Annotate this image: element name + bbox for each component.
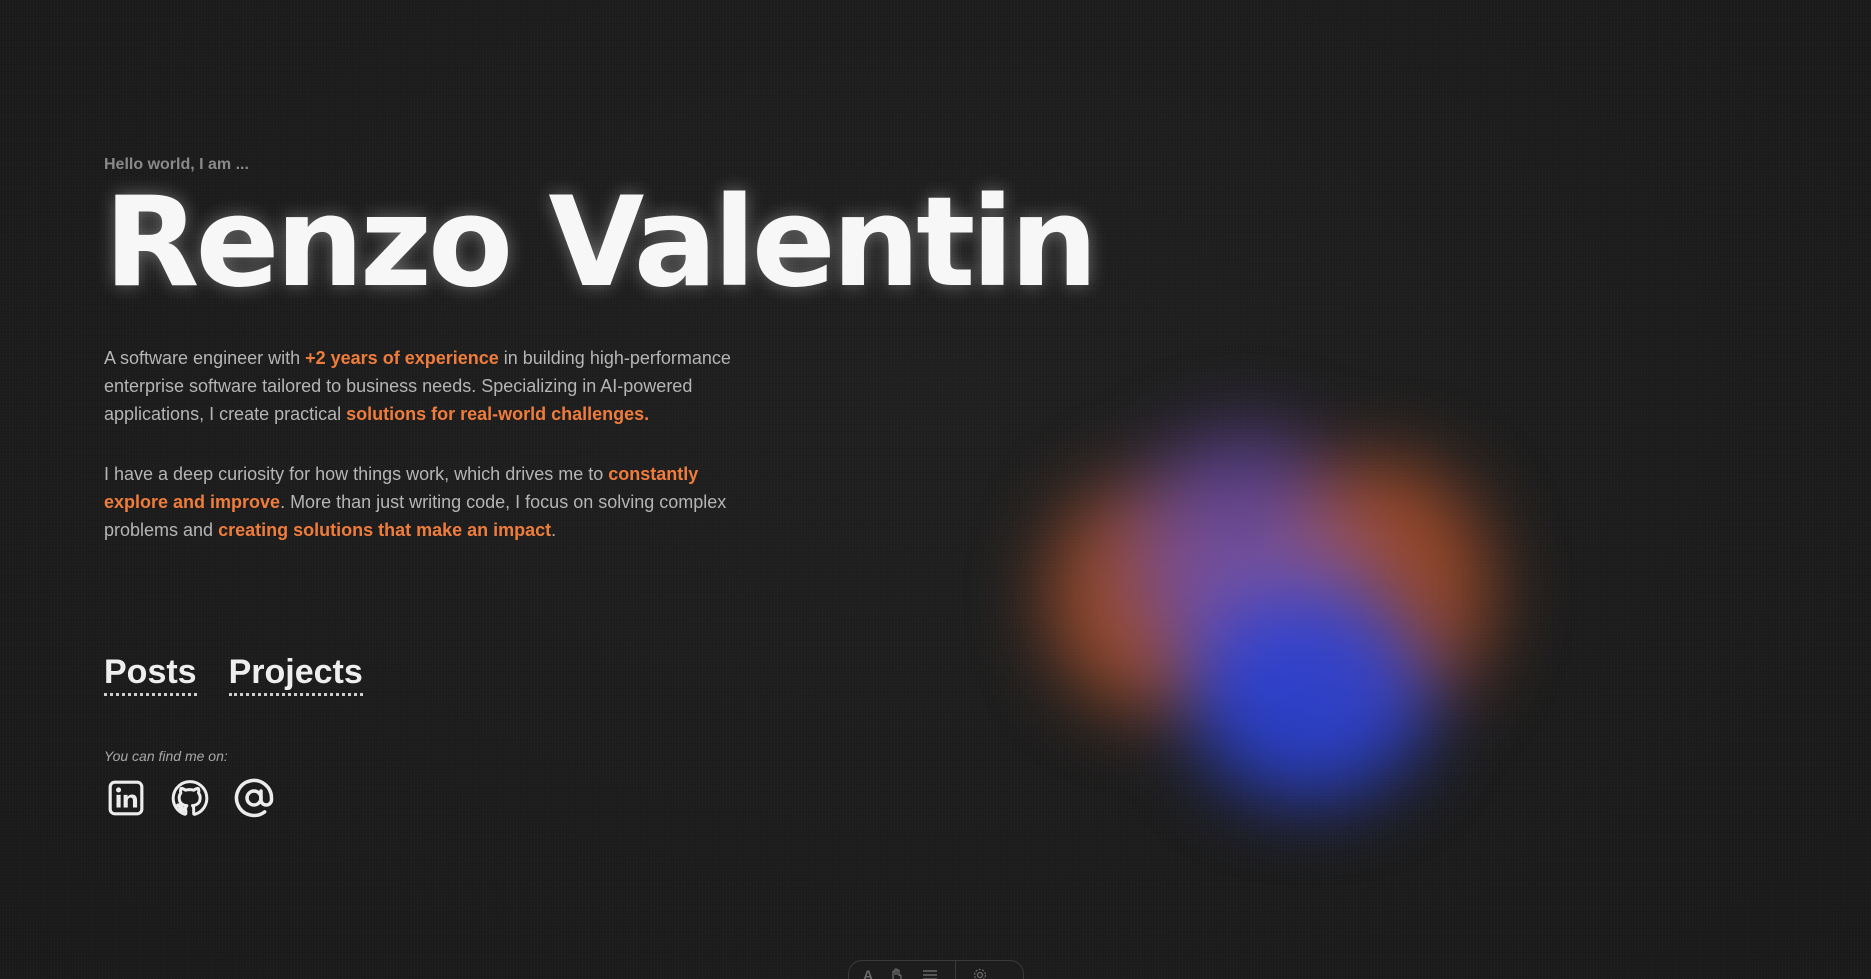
bottom-toolbar: A	[848, 960, 1024, 979]
settings-button[interactable]	[972, 967, 988, 979]
linkedin-icon	[108, 780, 144, 816]
toolbar-divider	[955, 961, 957, 979]
github-icon	[171, 780, 209, 816]
bio-highlight: solutions for real-world challenges.	[346, 404, 650, 424]
hand-icon	[892, 968, 902, 979]
at-sign-icon	[234, 778, 274, 818]
bio-paragraph-1: A software engineer with +2 years of exp…	[104, 344, 764, 428]
github-link[interactable]	[168, 776, 212, 820]
linkedin-link[interactable]	[104, 776, 148, 820]
page-title: Renzo Valentin	[104, 171, 1098, 315]
socials-label: You can find me on:	[104, 748, 228, 764]
email-link[interactable]	[232, 776, 276, 820]
social-links	[104, 776, 276, 820]
hero-section: Hello world, I am ... Renzo Valentin A s…	[104, 156, 1104, 544]
bio-text: .	[551, 520, 557, 540]
bio-highlight: creating solutions that make an impact	[218, 520, 552, 540]
hand-button[interactable]	[889, 967, 905, 979]
posts-link[interactable]: Posts	[104, 652, 197, 696]
menu-button[interactable]	[921, 967, 939, 979]
bio-paragraph-2: I have a deep curiosity for how things w…	[104, 460, 764, 544]
blob-blue	[1190, 590, 1430, 800]
page: Hello world, I am ... Renzo Valentin A s…	[0, 0, 1871, 979]
bio-highlight: +2 years of experience	[305, 348, 499, 368]
bio-text: A software engineer with	[104, 348, 306, 368]
gear-icon	[973, 968, 987, 979]
main-nav: Posts Projects	[104, 652, 363, 696]
menu-icon	[923, 970, 938, 979]
projects-link[interactable]: Projects	[228, 652, 363, 696]
bio-text: I have a deep curiosity for how things w…	[104, 464, 609, 484]
font-toggle-button[interactable]: A	[863, 967, 873, 979]
